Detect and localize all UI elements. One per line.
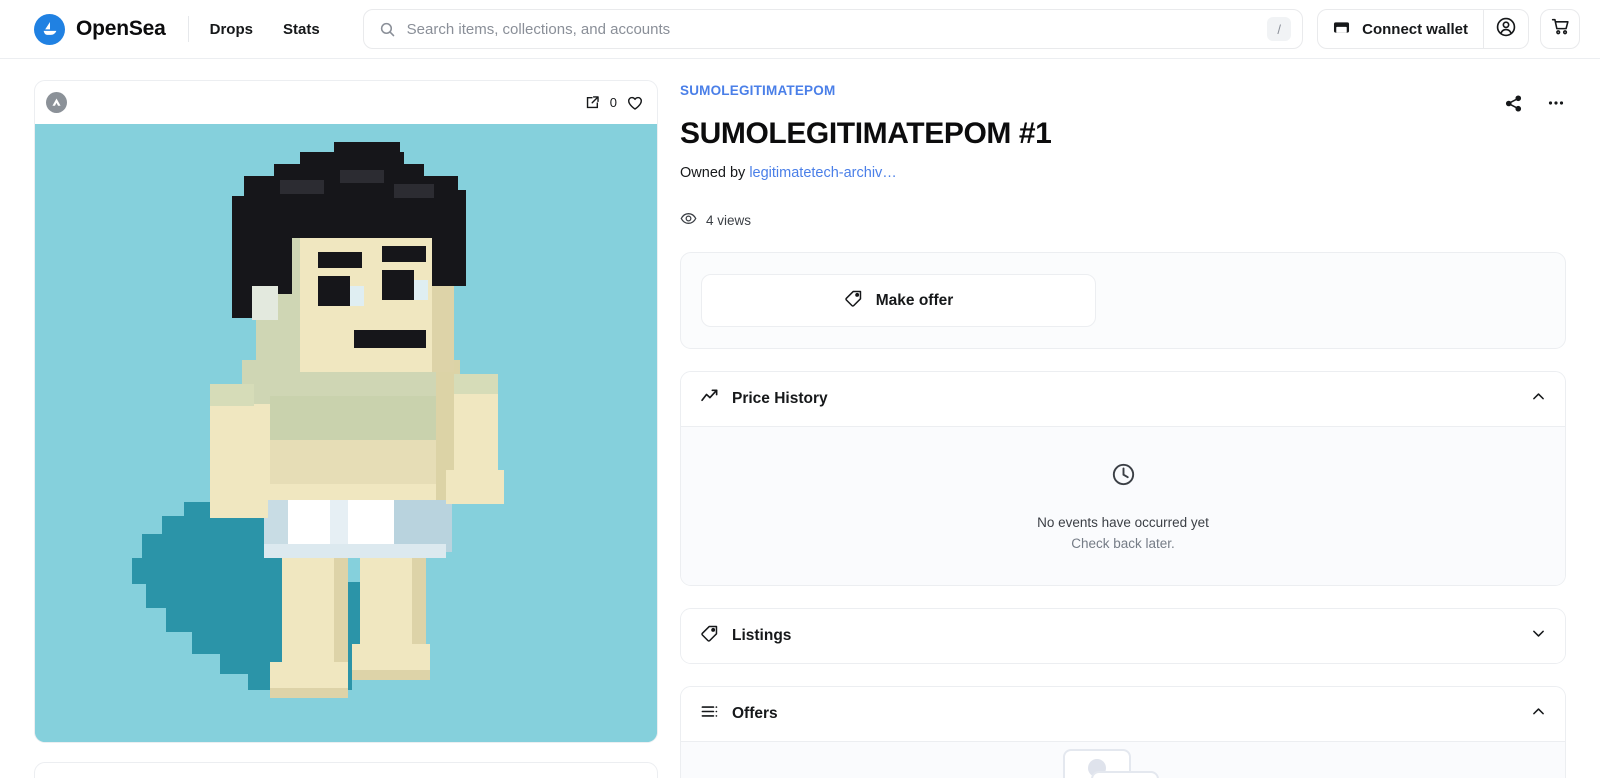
more-horizontal-icon[interactable] <box>1546 93 1566 113</box>
nav-item-drops[interactable]: Drops <box>210 21 253 38</box>
shopping-cart-icon <box>1550 16 1571 42</box>
cart-button[interactable] <box>1540 9 1580 49</box>
chevron-up-icon[interactable] <box>1530 388 1547 410</box>
favorite-count: 0 <box>609 95 617 110</box>
share-icon[interactable] <box>1504 94 1523 113</box>
listings-title-group: Listings <box>700 624 791 648</box>
wallet-group: Connect wallet <box>1317 9 1529 49</box>
price-history-body: No events have occurred yet Check back l… <box>681 426 1565 585</box>
opensea-sailboat-logo-icon <box>34 13 65 45</box>
search-shortcut-badge: / <box>1267 17 1292 41</box>
tag-icon <box>700 624 719 648</box>
chevron-down-icon[interactable] <box>1530 625 1547 647</box>
page-title: SUMOLEGITIMATEPOM #1 <box>680 117 1052 150</box>
detail-actions <box>1504 83 1566 113</box>
price-history-title-group: Price History <box>700 387 828 411</box>
header-actions: Connect wallet <box>1317 9 1580 49</box>
make-offer-label: Make offer <box>875 291 954 309</box>
search-input[interactable] <box>406 20 1268 38</box>
list-icon <box>700 702 719 726</box>
primary-nav: Drops Stats <box>210 21 320 38</box>
chevron-up-icon[interactable] <box>1530 703 1547 725</box>
owner-line: Owned by legitimatetech-archiv… <box>680 165 1504 181</box>
offers-title-group: Offers <box>700 702 778 726</box>
wallet-icon <box>1332 18 1351 41</box>
brand-name: OpenSea <box>76 17 166 40</box>
tag-icon <box>844 289 863 313</box>
offers-section: Offers <box>680 686 1566 778</box>
views-row: 4 views <box>680 210 1504 230</box>
search-icon <box>379 21 396 38</box>
owned-by-label: Owned by <box>680 165 746 181</box>
external-link-icon[interactable] <box>584 94 601 111</box>
listings-header[interactable]: Listings <box>681 609 1565 663</box>
search-box[interactable]: / <box>362 9 1304 49</box>
price-history-section: Price History No events have occurred ye… <box>680 371 1566 586</box>
heart-icon[interactable] <box>626 94 644 112</box>
nav-item-stats[interactable]: Stats <box>283 21 320 38</box>
account-button[interactable] <box>1484 10 1528 48</box>
offers-header[interactable]: Offers <box>681 687 1565 741</box>
details-card-below <box>34 762 658 778</box>
connect-wallet-button[interactable]: Connect wallet <box>1318 10 1483 48</box>
brand-home-link[interactable]: OpenSea <box>34 13 166 45</box>
price-history-empty-state: No events have occurred yet Check back l… <box>681 427 1565 585</box>
site-header: OpenSea Drops Stats / <box>0 0 1600 59</box>
offer-panel: Make offer <box>680 252 1566 349</box>
avalanche-chain-icon[interactable] <box>46 92 67 113</box>
price-history-empty-title: No events have occurred yet <box>1037 515 1209 530</box>
detail-column: SUMOLEGITIMATEPOM SUMOLEGITIMATEPOM #1 O… <box>680 80 1566 778</box>
price-history-header[interactable]: Price History <box>681 372 1565 426</box>
stacked-cards-illustration-icon <box>1048 742 1198 778</box>
listings-title: Listings <box>732 627 792 644</box>
page-body: 0 SUMOLEGITIMATEPOM SUMOLEGITIMATEPOM #1… <box>0 59 1600 778</box>
connect-wallet-label: Connect wallet <box>1362 20 1468 38</box>
clock-icon <box>1110 461 1137 493</box>
item-media-card: 0 <box>34 80 658 743</box>
search-container: / <box>362 9 1304 49</box>
trending-line-icon <box>700 387 719 411</box>
eye-icon <box>680 210 697 230</box>
offers-body <box>681 741 1565 778</box>
price-history-title: Price History <box>732 390 828 407</box>
media-toolbar-actions: 0 <box>584 94 644 112</box>
price-history-empty-sub: Check back later. <box>1071 536 1175 551</box>
media-toolbar: 0 <box>35 81 657 124</box>
owner-link[interactable]: legitimatetech-archiv… <box>749 165 896 181</box>
detail-header: SUMOLEGITIMATEPOM SUMOLEGITIMATEPOM #1 O… <box>680 83 1566 230</box>
offers-title: Offers <box>732 705 778 722</box>
views-count: 4 views <box>706 212 752 228</box>
detail-header-main: SUMOLEGITIMATEPOM SUMOLEGITIMATEPOM #1 O… <box>680 83 1504 230</box>
media-column: 0 <box>34 80 658 778</box>
account-circle-icon <box>1495 16 1517 43</box>
listings-section: Listings <box>680 608 1566 664</box>
header-divider <box>187 16 189 42</box>
make-offer-button[interactable]: Make offer <box>701 274 1096 327</box>
item-artwork[interactable] <box>35 124 657 742</box>
collection-link[interactable]: SUMOLEGITIMATEPOM <box>680 83 1504 98</box>
